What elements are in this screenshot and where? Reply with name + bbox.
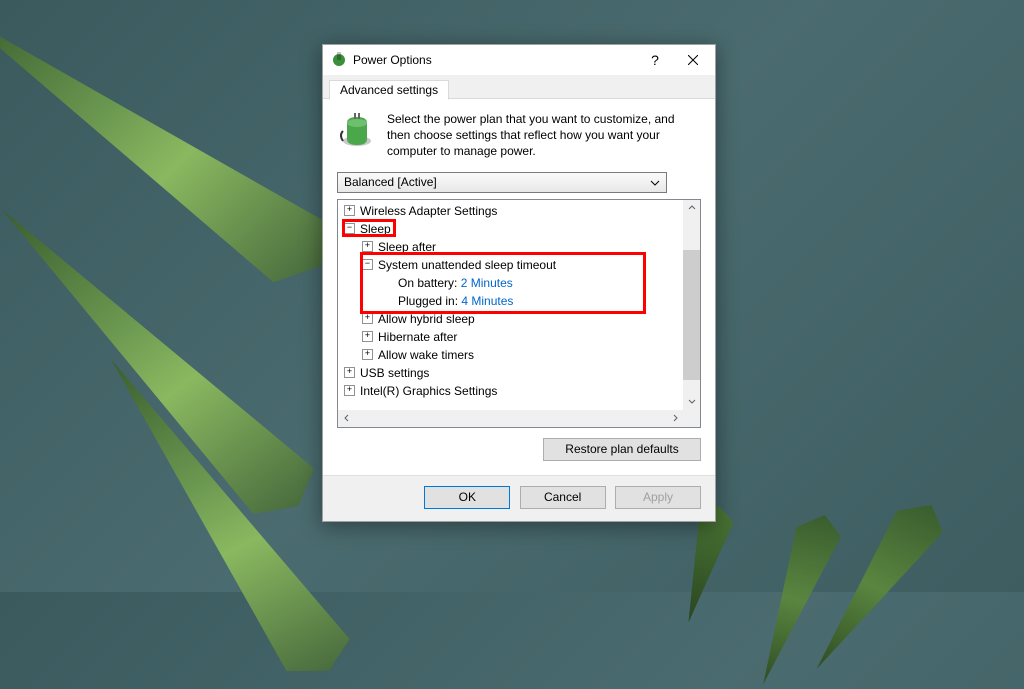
expand-icon[interactable]: + <box>362 241 373 252</box>
tree-item-intel-graphics[interactable]: + Intel(R) Graphics Settings <box>344 382 683 400</box>
scroll-right-icon[interactable] <box>666 410 683 427</box>
tree-label: On battery: <box>398 276 457 290</box>
tree-label: Sleep after <box>378 240 436 254</box>
tab-advanced-settings[interactable]: Advanced settings <box>329 80 449 100</box>
power-plug-icon <box>331 52 347 68</box>
bg-leaf <box>741 510 847 689</box>
vertical-scrollbar[interactable] <box>683 200 700 410</box>
ok-button[interactable]: OK <box>424 486 510 509</box>
close-icon <box>688 55 698 65</box>
tree-label: Intel(R) Graphics Settings <box>360 384 497 398</box>
scroll-down-icon[interactable] <box>683 393 700 410</box>
tree-item-allow-wake-timers[interactable]: + Allow wake timers <box>344 346 683 364</box>
tree-item-sleep-after[interactable]: + Sleep after <box>344 238 683 256</box>
expand-icon[interactable]: + <box>344 385 355 396</box>
titlebar[interactable]: Power Options ? <box>323 45 715 75</box>
restore-plan-defaults-button[interactable]: Restore plan defaults <box>543 438 701 461</box>
on-battery-value[interactable]: 2 Minutes <box>461 276 513 290</box>
tree-item-on-battery[interactable]: On battery: 2 Minutes <box>344 274 683 292</box>
plugged-in-value[interactable]: 4 Minutes <box>461 294 513 308</box>
scroll-corner <box>683 410 700 427</box>
tree-label: Sleep <box>360 222 391 236</box>
tree-label: System unattended sleep timeout <box>378 258 556 272</box>
chevron-down-icon <box>648 176 662 190</box>
scroll-left-icon[interactable] <box>338 410 355 427</box>
help-button[interactable]: ? <box>640 45 670 75</box>
tree-item-plugged-in[interactable]: Plugged in: 4 Minutes <box>344 292 683 310</box>
tree-item-usb-settings[interactable]: + USB settings <box>344 364 683 382</box>
tree-label: USB settings <box>360 366 429 380</box>
scroll-up-icon[interactable] <box>683 200 700 217</box>
tree-label: Allow hybrid sleep <box>378 312 475 326</box>
tree-label: Wireless Adapter Settings <box>360 204 497 218</box>
power-plan-selected: Balanced [Active] <box>344 175 437 189</box>
tree-label: Allow wake timers <box>378 348 474 362</box>
collapse-icon[interactable]: − <box>344 223 355 234</box>
tree-item-hibernate-after[interactable]: + Hibernate after <box>344 328 683 346</box>
tabstrip: Advanced settings <box>323 75 715 99</box>
horizontal-scrollbar[interactable] <box>338 410 683 427</box>
close-button[interactable] <box>670 45 715 75</box>
expand-icon[interactable]: + <box>362 331 373 342</box>
tree-label: Hibernate after <box>378 330 457 344</box>
power-plan-dropdown[interactable]: Balanced [Active] <box>337 172 667 193</box>
scroll-thumb[interactable] <box>683 250 700 380</box>
power-options-dialog: Power Options ? Advanced settings Select… <box>322 44 716 522</box>
expand-icon[interactable]: + <box>362 313 373 324</box>
tree-item-unattended-sleep-timeout[interactable]: − System unattended sleep timeout <box>344 256 683 274</box>
tree-label: Plugged in: <box>398 294 458 308</box>
dialog-footer: OK Cancel Apply <box>323 475 715 521</box>
tree-item-wireless-adapter[interactable]: + Wireless Adapter Settings <box>344 202 683 220</box>
expand-icon[interactable]: + <box>344 367 355 378</box>
tree-item-sleep[interactable]: − Sleep <box>344 220 683 238</box>
intro-text: Select the power plan that you want to c… <box>387 111 701 160</box>
settings-tree: + Wireless Adapter Settings − Sleep + Sl… <box>337 199 701 428</box>
expand-icon[interactable]: + <box>344 205 355 216</box>
tree-item-allow-hybrid-sleep[interactable]: + Allow hybrid sleep <box>344 310 683 328</box>
bg-leaf <box>0 0 349 295</box>
apply-button[interactable]: Apply <box>615 486 701 509</box>
cancel-button[interactable]: Cancel <box>520 486 606 509</box>
expand-icon[interactable]: + <box>362 349 373 360</box>
power-plan-icon <box>337 111 377 160</box>
window-title: Power Options <box>353 53 640 67</box>
collapse-icon[interactable]: − <box>362 259 373 270</box>
